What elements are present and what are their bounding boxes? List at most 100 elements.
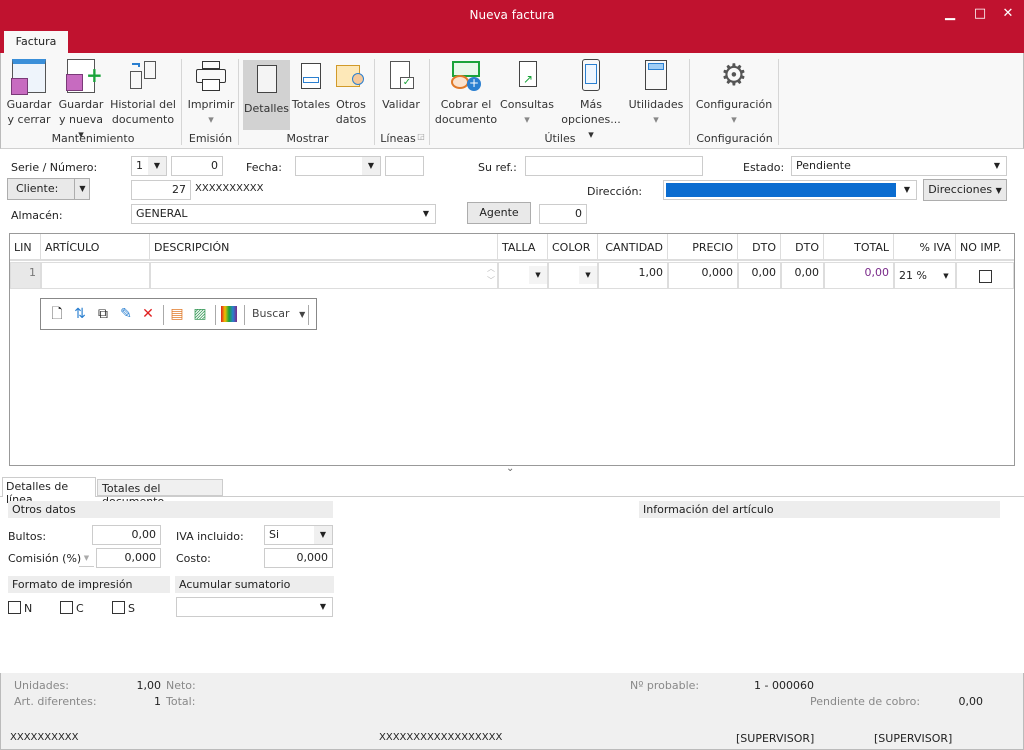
almacen-label: Almacén: <box>11 209 63 222</box>
notes-icon[interactable]: ▤ <box>169 306 185 322</box>
cliente-code-field[interactable]: 27 <box>131 180 191 200</box>
history-button[interactable]: Historial del documento <box>110 59 176 127</box>
neto-label: Neto: <box>166 679 196 692</box>
totals-button[interactable]: Totales <box>291 59 331 112</box>
col-cantidad[interactable]: CANTIDAD <box>598 234 668 261</box>
col-iva[interactable]: % IVA <box>894 234 956 261</box>
cell-precio[interactable]: 0,000 <box>668 262 738 289</box>
insert-line-icon[interactable]: ⇅ <box>72 306 88 322</box>
checkbox-s[interactable] <box>112 601 125 614</box>
comision-field[interactable]: 0,000 <box>96 548 161 568</box>
totals-icon <box>294 59 328 93</box>
cell-iva[interactable]: 21 % ▼ <box>894 262 956 289</box>
minimize-button[interactable]: ▁ <box>936 0 964 28</box>
print-button[interactable]: Imprimir ▾ <box>187 59 235 127</box>
tab-detalles-linea[interactable]: Detalles de línea <box>2 477 96 506</box>
direcciones-button[interactable]: Direcciones ▼ <box>923 179 1007 201</box>
group-label-emision: Emisión <box>188 132 233 145</box>
close-button[interactable]: ✕ <box>994 0 1022 28</box>
cell-descripcion[interactable]: ︿ ﹀ <box>150 262 498 289</box>
calculator-icon <box>639 59 673 93</box>
user-card-icon <box>334 59 368 93</box>
pendiente-label: Pendiente de cobro: <box>810 695 921 708</box>
noimp-checkbox[interactable] <box>979 270 992 283</box>
delete-line-icon[interactable]: ✕ <box>140 306 156 322</box>
formato-impresion-header: Formato de impresión <box>8 576 170 593</box>
image-icon[interactable]: ▨ <box>192 306 208 322</box>
cell-dto2[interactable]: 0,00 <box>781 262 824 289</box>
cell-color[interactable]: ▼ <box>548 262 598 289</box>
history-icon <box>126 59 160 93</box>
tab-factura[interactable]: Factura <box>4 31 68 53</box>
copy-line-icon[interactable]: ⧉ <box>95 306 111 322</box>
col-noimp[interactable]: NO IMP. <box>956 234 1014 261</box>
col-dto1[interactable]: DTO 1 <box>738 234 781 281</box>
cell-dto1[interactable]: 0,00 <box>738 262 781 289</box>
dialog-launcher-icon[interactable]: ◲ <box>415 132 427 141</box>
serie-select[interactable]: 1 ▼ <box>131 156 167 176</box>
acumular-header: Acumular sumatorio <box>175 576 334 593</box>
art-label: Art. diferentes: <box>14 695 97 708</box>
acumular-select[interactable]: ▼ <box>176 597 333 617</box>
footer-user: [SUPERVISOR] <box>736 732 815 745</box>
checkbox-n-label: N <box>24 602 33 615</box>
save-new-button[interactable]: + Guardar y nueva ▾ <box>55 59 107 142</box>
col-lin[interactable]: LIN <box>10 234 41 261</box>
comision-dropdown[interactable]: ▼ <box>79 550 94 567</box>
cliente-name: XXXXXXXXXX <box>195 183 264 194</box>
splitter-chevron-icon[interactable]: ⌄ <box>506 463 514 474</box>
col-precio[interactable]: PRECIO <box>668 234 738 261</box>
chevron-down-icon: ▼ <box>417 205 435 223</box>
new-line-icon[interactable]: 🗋 <box>49 306 65 322</box>
validate-button[interactable]: ✓ Validar <box>379 59 423 112</box>
save-close-button[interactable]: Guardar y cerrar <box>6 59 52 127</box>
numero-field[interactable]: 0 <box>171 156 223 176</box>
col-descripcion[interactable]: DESCRIPCIÓN <box>150 234 498 261</box>
almacen-select[interactable]: GENERAL ▼ <box>131 204 436 224</box>
cell-noimp[interactable] <box>956 262 1014 289</box>
suref-field[interactable] <box>525 156 703 176</box>
cell-articulo[interactable] <box>41 262 150 289</box>
save-icon <box>11 59 46 95</box>
configuration-button[interactable]: ⚙ Configuración ▾ <box>694 59 774 127</box>
tab-totales-documento[interactable]: Totales del documento <box>97 479 223 508</box>
col-total[interactable]: TOTAL <box>824 234 894 261</box>
iva-incluido-select[interactable]: Si ▼ <box>264 525 333 545</box>
search-dropdown[interactable]: Buscar ▼ <box>252 307 305 320</box>
agente-field[interactable]: 0 <box>539 204 587 224</box>
col-color[interactable]: COLOR <box>548 234 598 261</box>
utilities-button[interactable]: Utilidades ▾ <box>627 59 685 127</box>
col-dto2[interactable]: DTO 2 <box>781 234 824 281</box>
printer-icon <box>194 59 228 93</box>
agente-button[interactable]: Agente <box>467 202 531 224</box>
cell-talla[interactable]: ▼ <box>498 262 548 289</box>
bultos-field[interactable]: 0,00 <box>92 525 161 545</box>
title-bar: Nueva factura ▁ □ ✕ <box>0 0 1024 31</box>
estado-select[interactable]: Pendiente ▼ <box>791 156 1007 176</box>
chevron-down-icon: ▼ <box>314 598 332 616</box>
chevron-down-icon: ▼ <box>314 526 332 544</box>
lines-grid: LIN ARTÍCULO DESCRIPCIÓN TALLA COLOR CAN… <box>9 233 1015 466</box>
color-palette-icon[interactable] <box>221 306 237 322</box>
hora-field[interactable] <box>385 156 424 176</box>
fecha-select[interactable]: ▼ <box>295 156 381 176</box>
checkbox-n[interactable] <box>8 601 21 614</box>
cell-cantidad[interactable]: 1,00 <box>598 262 668 289</box>
pendiente-value: 0,00 <box>958 695 984 708</box>
collect-button[interactable]: + Cobrar el documento <box>434 59 498 127</box>
direccion-select[interactable]: ▼ <box>663 180 917 200</box>
edit-line-icon[interactable]: ✎ <box>118 306 134 322</box>
direccion-label: Dirección: <box>587 185 643 198</box>
ribbon: Guardar y cerrar + Guardar y nueva ▾ Histor… <box>0 53 1024 149</box>
details-button[interactable]: Detalles <box>243 60 290 130</box>
more-options-button[interactable]: Más opciones... ▾ <box>557 59 625 142</box>
other-data-button[interactable]: Otros datos <box>333 59 369 127</box>
cliente-button[interactable]: Cliente: ▼ <box>7 178 90 200</box>
queries-button[interactable]: ↗ Consultas ▾ <box>499 59 555 127</box>
col-talla[interactable]: TALLA <box>498 234 548 261</box>
checkbox-c[interactable] <box>60 601 73 614</box>
maximize-button[interactable]: □ <box>966 0 994 28</box>
costo-field[interactable]: 0,000 <box>264 548 333 568</box>
status-panel: Unidades: 1,00 Neto: Art. diferentes: 1 … <box>0 673 1024 750</box>
col-articulo[interactable]: ARTÍCULO <box>41 234 150 261</box>
